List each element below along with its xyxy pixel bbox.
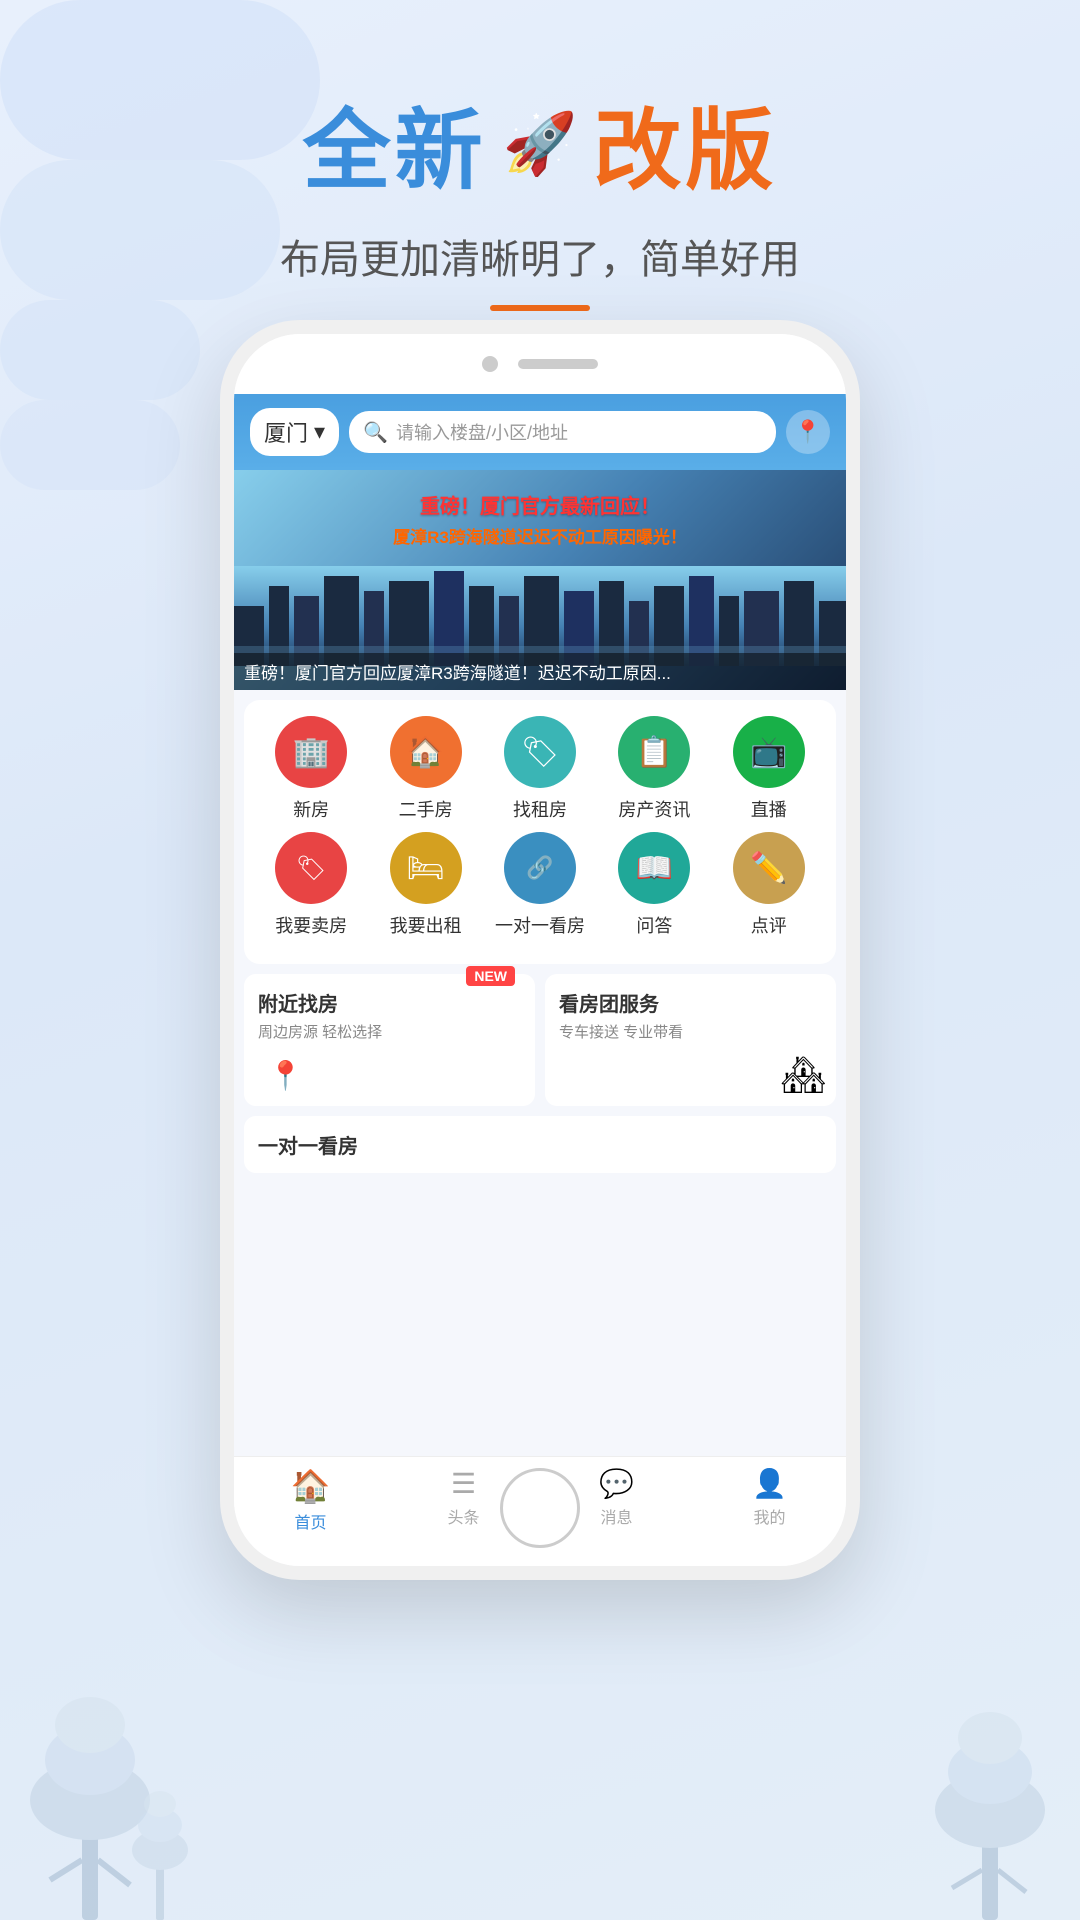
icon-row-1: 🏢 新房 🏠 二手房 🏷 找租房	[254, 716, 826, 822]
news-label: 房产资讯	[618, 796, 690, 822]
house-icon: 🏠	[407, 735, 444, 770]
nav-qa[interactable]: 📖 问答	[604, 832, 704, 938]
chevron-down-icon: ▾	[314, 419, 325, 445]
nav-second-house[interactable]: 🏠 二手房	[376, 716, 476, 822]
qa-icon-circle: 📖	[618, 832, 690, 904]
banner[interactable]: 重磅！厦门官方最新回应！ 厦漳R3跨海隧道迟迟不动工原因曝光！ 重磅！厦门官方回…	[234, 470, 846, 690]
phone-mockup: 厦门 ▾ 🔍 请输入楼盘/小区/地址 📍	[220, 320, 860, 1580]
let-label: 我要出租	[390, 912, 462, 938]
tour-subtitle: 专车接送 专业带看	[559, 1021, 822, 1042]
new-house-icon-circle: 🏢	[275, 716, 347, 788]
nearby-service-card[interactable]: NEW 附近找房 周边房源 轻松选择 📍	[244, 974, 535, 1106]
banner-bottom-bar: 重磅！厦门官方回应厦漳R3跨海隧道！迟迟不动工原因...	[234, 653, 846, 690]
one-one-icon: 🔗	[526, 855, 553, 881]
review-icon: ✏️	[750, 851, 787, 886]
services-section: NEW 附近找房 周边房源 轻松选择 📍 看房团服务 专车接送 专业带看 🏘	[244, 974, 836, 1106]
nav-news[interactable]: 📋 房产资讯	[604, 716, 704, 822]
one-one-label: 一对一看房	[495, 912, 585, 938]
search-area: 厦门 ▾ 🔍 请输入楼盘/小区/地址 📍	[234, 394, 846, 470]
header-title-left: 全新	[303, 80, 487, 207]
header-title-right: 改版	[593, 80, 777, 207]
map-pin-icon: 📍	[268, 1060, 303, 1091]
qa-label: 问答	[636, 912, 672, 938]
nav-review[interactable]: ✏️ 点评	[719, 832, 819, 938]
bg-cloud-3	[0, 300, 200, 400]
house-group-icon: 🏘	[780, 1054, 826, 1096]
nearby-title: 附近找房	[258, 988, 521, 1017]
message-tab-icon: 💬	[599, 1467, 634, 1500]
rent-icon: 🏷	[521, 735, 559, 770]
home-tab-icon: 🏠	[291, 1467, 331, 1505]
profile-tab-label: 我的	[753, 1504, 785, 1528]
bg-cloud-4	[0, 400, 180, 490]
live-label: 直播	[751, 796, 787, 822]
phone-notch	[234, 334, 846, 394]
city-silhouette	[234, 566, 846, 666]
message-tab-label: 消息	[600, 1504, 632, 1528]
new-house-label: 新房	[293, 796, 329, 822]
phone-inner: 厦门 ▾ 🔍 请输入楼盘/小区/地址 📍	[234, 394, 846, 1566]
sell-icon: 🏷	[296, 854, 326, 883]
tour-service-card[interactable]: 看房团服务 专车接送 专业带看 🏘	[545, 974, 836, 1106]
header-divider	[490, 305, 590, 311]
one-one-section-title: 一对一看房	[258, 1130, 822, 1159]
header-title: 全新 🚀 改版	[0, 80, 1080, 207]
banner-headline1: 重磅！厦门官方最新回应！	[234, 490, 846, 519]
header-section: 全新 🚀 改版 布局更加清晰明了，简单好用	[0, 80, 1080, 311]
nav-one-one[interactable]: 🔗 一对一看房	[490, 832, 590, 938]
one-one-icon-circle: 🔗	[504, 832, 576, 904]
location-button[interactable]: 📍	[786, 410, 830, 454]
news-icon: 📋	[636, 735, 673, 770]
nearby-subtitle: 周边房源 轻松选择	[258, 1021, 521, 1042]
home-button[interactable]	[500, 1468, 580, 1548]
home-tab-label: 首页	[294, 1509, 326, 1533]
banner-text-overlay: 重磅！厦门官方最新回应！ 厦漳R3跨海隧道迟迟不动工原因曝光！	[234, 490, 846, 548]
sell-icon-circle: 🏷	[275, 832, 347, 904]
tab-profile[interactable]: 👤 我的	[693, 1467, 846, 1528]
nav-rent[interactable]: 🏷 找租房	[490, 716, 590, 822]
small-tree-left	[120, 1760, 200, 1920]
rent-icon-circle: 🏷	[504, 716, 576, 788]
review-icon-circle: ✏️	[733, 832, 805, 904]
location-icon: 📍	[794, 419, 821, 445]
tab-home[interactable]: 🏠 首页	[234, 1467, 387, 1533]
headline-tab-icon: ☰	[451, 1467, 476, 1500]
city-selector[interactable]: 厦门 ▾	[250, 408, 339, 456]
sell-label: 我要卖房	[275, 912, 347, 938]
header-subtitle: 布局更加清晰明了，简单好用	[0, 227, 1080, 285]
nav-new-house[interactable]: 🏢 新房	[261, 716, 361, 822]
second-house-label: 二手房	[399, 796, 453, 822]
tree-right	[910, 1660, 1070, 1920]
news-icon-circle: 📋	[618, 716, 690, 788]
phone-camera	[482, 356, 498, 372]
city-name: 厦门	[264, 416, 308, 448]
live-icon-circle: 📺	[733, 716, 805, 788]
headline-tab-label: 头条	[447, 1504, 479, 1528]
nav-live[interactable]: 📺 直播	[719, 716, 819, 822]
qa-icon: 📖	[636, 851, 673, 886]
banner-bottom-text: 重磅！厦门官方回应厦漳R3跨海隧道！迟迟不动工原因...	[244, 659, 836, 684]
banner-headline2: 厦漳R3跨海隧道迟迟不动工原因曝光！	[234, 523, 846, 548]
let-icon-circle: 🛏	[390, 832, 462, 904]
phone-speaker	[518, 359, 598, 369]
icon-grid-section: 🏢 新房 🏠 二手房 🏷 找租房	[244, 700, 836, 964]
profile-tab-icon: 👤	[752, 1467, 787, 1500]
rocket-icon: 🚀	[503, 108, 578, 179]
nav-sell[interactable]: 🏷 我要卖房	[261, 832, 361, 938]
search-input[interactable]: 🔍 请输入楼盘/小区/地址	[349, 411, 776, 453]
icon-row-2: 🏷 我要卖房 🛏 我要出租 🔗 一对一看房	[254, 832, 826, 938]
nav-let[interactable]: 🛏 我要出租	[376, 832, 476, 938]
tour-title: 看房团服务	[559, 988, 822, 1017]
new-badge: NEW	[466, 966, 515, 986]
live-icon: 📺	[750, 735, 787, 770]
building-icon: 🏢	[293, 735, 330, 770]
search-icon: 🔍	[363, 420, 388, 445]
review-label: 点评	[751, 912, 787, 938]
one-one-section[interactable]: 一对一看房	[244, 1116, 836, 1173]
search-placeholder-text: 请输入楼盘/小区/地址	[396, 419, 568, 445]
rent-label: 找租房	[513, 796, 567, 822]
bed-icon: 🛏	[407, 851, 445, 886]
second-house-icon-circle: 🏠	[390, 716, 462, 788]
